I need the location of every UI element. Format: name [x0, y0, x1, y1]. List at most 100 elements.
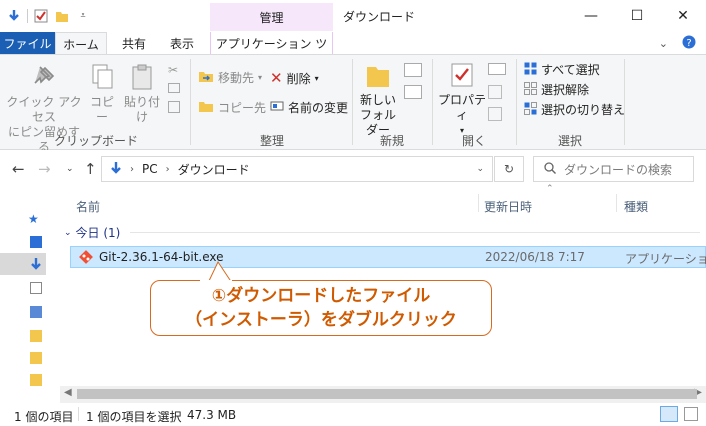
- file-row[interactable]: Git-2.36.1-64-bit.exe 2022/06/18 7:17 アプ…: [70, 246, 706, 268]
- downloads-nav-icon: [31, 258, 41, 270]
- qat-customize-icon[interactable]: ⩡: [75, 8, 91, 24]
- paste-shortcut-icon[interactable]: [168, 101, 180, 113]
- column-divider[interactable]: [616, 194, 617, 212]
- copy-path-icon[interactable]: [168, 83, 180, 93]
- column-divider[interactable]: [478, 194, 479, 212]
- recent-locations-icon[interactable]: ⌄: [66, 164, 74, 174]
- title-bar: ⩡ 管理 ダウンロード — ☐ ✕: [0, 0, 706, 32]
- group-divider: [432, 59, 433, 145]
- folder-icon[interactable]: [30, 330, 42, 342]
- documents-icon[interactable]: [30, 282, 42, 294]
- pin-icon: [31, 63, 57, 95]
- nav-selected-item[interactable]: [0, 253, 46, 275]
- tab-app-tools[interactable]: アプリケーション ツール: [210, 32, 333, 68]
- new-folder-button[interactable]: 新しい フォルダー: [356, 61, 400, 138]
- callout-line-2: （インストーラ）をダブルクリック: [185, 310, 457, 330]
- new-item-icon[interactable]: [404, 63, 422, 77]
- ribbon-tabs: ファイル ホーム 共有 表示 アプリケーション ツール ⌄ ?: [0, 32, 706, 68]
- tab-file[interactable]: ファイル: [0, 32, 55, 54]
- close-button[interactable]: ✕: [660, 0, 706, 32]
- status-bar: 1 個の項目 1 個の項目を選択 47.3 MB: [0, 404, 706, 426]
- properties-check-icon[interactable]: [33, 8, 49, 24]
- new-folder-label-1: 新しい: [359, 93, 396, 107]
- up-arrow-icon[interactable]: ↑: [84, 160, 97, 178]
- details-view-icon[interactable]: [660, 406, 678, 422]
- paste-button[interactable]: 貼り付け: [120, 63, 164, 125]
- explorer-window: ⩡ 管理 ダウンロード — ☐ ✕ ファイル ホーム 共有 表示 アプリケーショ…: [0, 0, 706, 426]
- back-arrow-icon[interactable]: ←: [12, 160, 25, 178]
- scrollbar-thumb[interactable]: [77, 389, 697, 399]
- open-icon[interactable]: [488, 63, 506, 75]
- group-divider-line: [130, 232, 700, 233]
- move-to-button[interactable]: 移動先 ▾: [198, 69, 262, 86]
- forward-arrow-icon[interactable]: →: [38, 160, 51, 178]
- file-date: 2022/06/18 7:17: [485, 250, 585, 264]
- select-none-icon: [524, 81, 537, 98]
- tab-home[interactable]: ホーム: [55, 32, 107, 55]
- tab-share[interactable]: 共有: [112, 32, 156, 54]
- scroll-left-icon[interactable]: ◀: [64, 387, 72, 398]
- ribbon-controls: ⌄ ?: [659, 35, 696, 52]
- breadcrumb-downloads[interactable]: ダウンロード: [178, 161, 250, 178]
- group-collapse-icon: ⌄: [64, 227, 72, 238]
- paste-label: 貼り付け: [123, 95, 160, 124]
- copy-icon: [89, 63, 115, 95]
- column-type[interactable]: 種類: [624, 198, 648, 215]
- select-all-label: すべて選択: [541, 63, 600, 77]
- quick-access-toolbar: ⩡: [6, 6, 91, 26]
- group-divider: [190, 59, 191, 145]
- refresh-button[interactable]: ↻: [494, 156, 524, 182]
- properties-icon: [449, 61, 475, 93]
- item-count: 1 個の項目: [14, 410, 74, 424]
- history-icon[interactable]: [488, 107, 502, 121]
- breadcrumb-separator-icon: ›: [165, 163, 170, 175]
- search-icon: [544, 161, 556, 177]
- group-divider: [624, 59, 625, 145]
- delete-button[interactable]: ✕ 削除 ▾: [270, 69, 319, 87]
- copy-to-button[interactable]: コピー先▾: [198, 99, 274, 116]
- group-label: 今日 (1): [75, 226, 121, 240]
- invert-selection-button[interactable]: 選択の切り替え: [524, 101, 625, 118]
- quick-access-star-icon[interactable]: ★: [28, 212, 39, 226]
- group-header-today[interactable]: ⌄ 今日 (1): [64, 224, 120, 241]
- search-box[interactable]: ダウンロードの検索: [533, 156, 694, 182]
- easy-access-icon[interactable]: [404, 85, 422, 99]
- navigation-pane: ★: [0, 190, 46, 400]
- git-installer-icon: [79, 250, 93, 267]
- breadcrumb-pc[interactable]: PC: [142, 162, 158, 176]
- pictures-icon[interactable]: [30, 306, 42, 318]
- address-history-icon[interactable]: ⌄: [476, 164, 484, 174]
- column-date[interactable]: 更新日時: [484, 198, 532, 215]
- edit-icon[interactable]: [488, 85, 502, 99]
- clipboard-group-label: クリップボード: [53, 134, 138, 148]
- rename-button[interactable]: 名前の変更: [270, 99, 348, 116]
- refresh-icon: ↻: [503, 162, 515, 176]
- select-none-button[interactable]: 選択解除: [524, 81, 589, 98]
- desktop-icon[interactable]: [30, 236, 42, 248]
- select-all-button[interactable]: すべて選択: [524, 61, 600, 78]
- large-icons-view-icon[interactable]: [684, 407, 698, 421]
- properties-button[interactable]: プロパティ ▾: [436, 61, 488, 138]
- callout-line-1: ①ダウンロードしたファイル: [211, 286, 431, 306]
- group-divider: [352, 59, 353, 145]
- cut-icon[interactable]: ✂: [168, 63, 178, 77]
- help-icon[interactable]: ?: [682, 35, 696, 52]
- folder-icon[interactable]: [30, 374, 42, 386]
- maximize-button[interactable]: ☐: [614, 0, 660, 32]
- new-folder-icon[interactable]: [54, 8, 70, 24]
- address-bar[interactable]: › PC › ダウンロード ⌄: [101, 156, 493, 182]
- minimize-button[interactable]: —: [568, 0, 614, 32]
- breadcrumb-separator-icon: ›: [130, 163, 134, 175]
- downloads-arrow-icon: [110, 161, 122, 178]
- status-divider: [78, 407, 79, 421]
- ribbon-collapse-icon[interactable]: ⌄: [659, 37, 668, 50]
- folder-icon[interactable]: [30, 352, 42, 364]
- instruction-callout: ①ダウンロードしたファイル （インストーラ）をダブルクリック: [150, 280, 492, 336]
- copy-button[interactable]: コピー: [86, 63, 118, 125]
- column-header: 名前 ⌃ 更新日時 種類: [60, 184, 706, 216]
- invert-selection-label: 選択の切り替え: [541, 103, 626, 117]
- tab-view[interactable]: 表示: [158, 32, 206, 54]
- download-arrow-icon[interactable]: [6, 8, 22, 24]
- new-group-label: 新規: [379, 134, 404, 148]
- column-name[interactable]: 名前: [76, 198, 100, 215]
